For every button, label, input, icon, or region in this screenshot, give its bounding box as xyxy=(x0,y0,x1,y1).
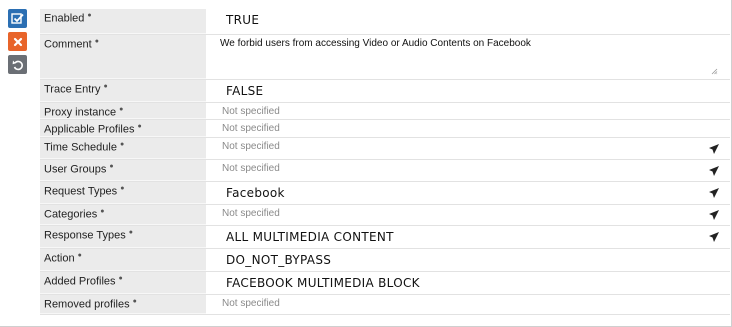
row-applicable-profiles: Applicable Profiles ● Not specified xyxy=(40,120,730,138)
action-value[interactable]: DO_NOT_BYPASS xyxy=(206,249,730,271)
info-icon[interactable]: ● xyxy=(120,185,124,192)
send-arrow-icon[interactable] xyxy=(708,209,720,221)
field-label: Removed profiles ● xyxy=(40,295,206,314)
undo-icon xyxy=(12,60,23,70)
info-icon[interactable]: ● xyxy=(119,275,123,282)
field-label: Added Profiles ● xyxy=(40,272,206,294)
field-label: Proxy instance ● xyxy=(40,103,206,119)
info-icon[interactable]: ● xyxy=(103,83,107,90)
added-profiles-value[interactable]: FACEBOOK MULTIMEDIA BLOCK xyxy=(206,272,730,294)
info-icon[interactable]: ● xyxy=(119,106,123,113)
close-icon xyxy=(13,37,22,46)
info-icon[interactable]: ● xyxy=(95,38,99,45)
trace-entry-value[interactable]: FALSE xyxy=(206,80,730,102)
row-request-types: Request Types ● Facebook xyxy=(40,182,730,205)
rule-editor-panel: Enabled ● TRUE Comment ● We forbid users f… xyxy=(0,0,732,327)
field-label: Request Types ● xyxy=(40,182,206,204)
field-label: Time Schedule ● xyxy=(40,138,206,159)
removed-profiles-value[interactable]: Not specified xyxy=(206,295,730,314)
info-icon[interactable]: ● xyxy=(78,252,82,259)
row-user-groups: User Groups ● Not specified xyxy=(40,160,730,182)
info-icon[interactable]: ● xyxy=(100,208,104,215)
row-comment: Comment ● We forbid users from accessing … xyxy=(40,35,730,80)
proxy-instance-value[interactable]: Not specified xyxy=(206,103,730,119)
row-added-profiles: Added Profiles ● FACEBOOK MULTIMEDIA BLOC… xyxy=(40,272,730,295)
row-response-types: Response Types ● ALL MULTIMEDIA CONTENT xyxy=(40,226,730,249)
row-trace-entry: Trace Entry ● FALSE xyxy=(40,80,730,103)
reset-button[interactable] xyxy=(8,55,27,74)
row-proxy-instance: Proxy instance ● Not specified xyxy=(40,103,730,120)
request-types-value[interactable]: Facebook xyxy=(206,182,730,204)
send-arrow-icon[interactable] xyxy=(708,187,720,199)
checkbox-icon xyxy=(11,13,24,24)
field-label: Applicable Profiles ● xyxy=(40,120,206,137)
applicable-profiles-value[interactable]: Not specified xyxy=(206,120,730,137)
user-groups-value[interactable]: Not specified xyxy=(206,160,730,181)
info-icon[interactable]: ● xyxy=(133,298,137,305)
response-types-value[interactable]: ALL MULTIMEDIA CONTENT xyxy=(206,226,730,248)
action-toolbar xyxy=(8,9,28,78)
row-action: Action ● DO_NOT_BYPASS xyxy=(40,249,730,272)
send-arrow-icon[interactable] xyxy=(708,231,720,243)
field-label: Comment ● xyxy=(40,35,206,79)
resize-grip-icon[interactable] xyxy=(711,68,718,75)
cancel-button[interactable] xyxy=(8,32,27,51)
info-icon[interactable]: ● xyxy=(109,163,113,170)
row-enabled: Enabled ● TRUE xyxy=(40,9,730,35)
field-label: Trace Entry ● xyxy=(40,80,206,102)
info-icon[interactable]: ● xyxy=(87,12,91,19)
row-categories: Categories ● Not specified xyxy=(40,205,730,226)
info-icon[interactable]: ● xyxy=(138,123,142,130)
comment-textarea[interactable]: We forbid users from accessing Video or … xyxy=(206,35,730,79)
info-icon[interactable]: ● xyxy=(120,141,124,148)
row-removed-profiles: Removed profiles ● Not specified xyxy=(40,295,730,315)
categories-value[interactable]: Not specified xyxy=(206,205,730,225)
time-schedule-value[interactable]: Not specified xyxy=(206,138,730,159)
info-icon[interactable]: ● xyxy=(129,229,133,236)
field-label: User Groups ● xyxy=(40,160,206,181)
field-label: Response Types ● xyxy=(40,226,206,248)
field-label: Enabled ● xyxy=(40,9,206,34)
rule-properties-grid: Enabled ● TRUE Comment ● We forbid users f… xyxy=(40,9,730,315)
field-label: Categories ● xyxy=(40,205,206,225)
enabled-value[interactable]: TRUE xyxy=(206,9,730,34)
row-time-schedule: Time Schedule ● Not specified xyxy=(40,138,730,160)
send-arrow-icon[interactable] xyxy=(708,143,720,155)
save-button[interactable] xyxy=(8,9,27,28)
send-arrow-icon[interactable] xyxy=(708,165,720,177)
field-label: Action ● xyxy=(40,249,206,271)
